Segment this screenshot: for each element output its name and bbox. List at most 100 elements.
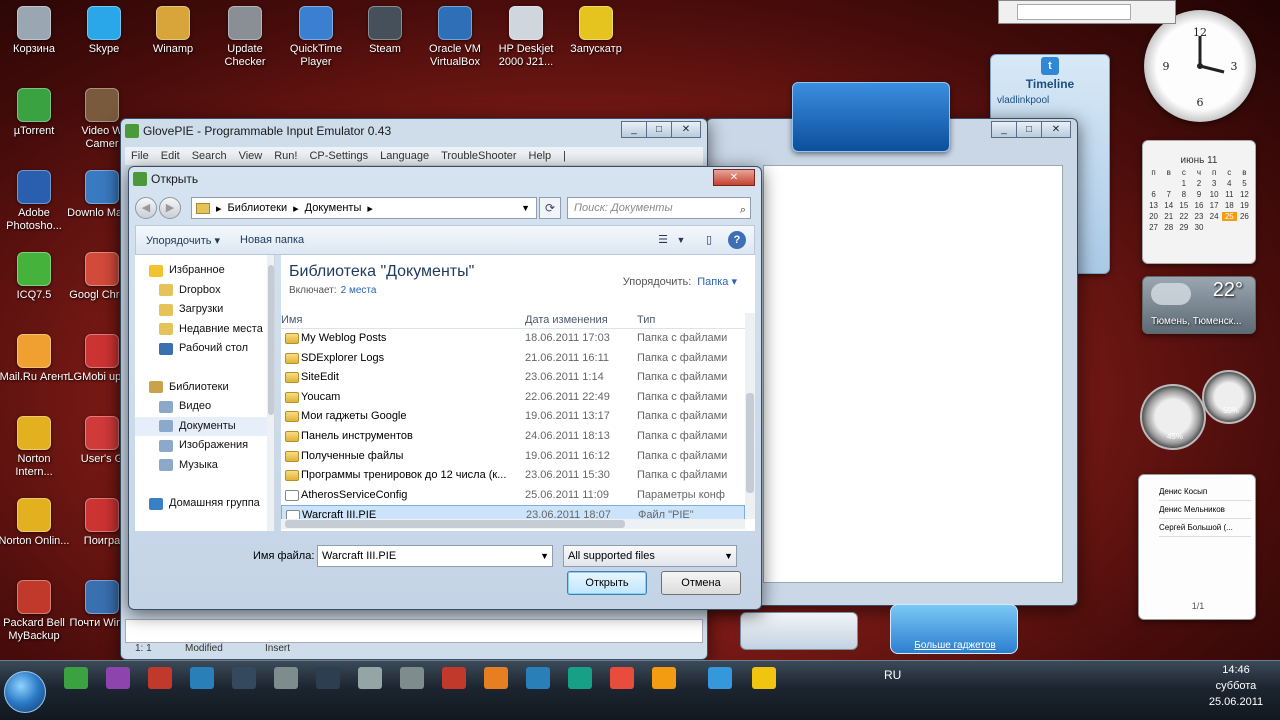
search-input[interactable]: Поиск: Документы ⌕ xyxy=(567,197,751,219)
nav-library-item[interactable]: Изображения xyxy=(135,436,274,456)
start-button[interactable] xyxy=(4,671,46,713)
file-list-vscrollbar[interactable] xyxy=(745,313,755,519)
twitter-user[interactable]: vladlinkpool xyxy=(991,91,1109,110)
taskbar-app-icon[interactable] xyxy=(484,667,508,689)
calendar-date[interactable] xyxy=(1207,223,1222,232)
more-gadgets-panel[interactable]: Больше гаджетов xyxy=(890,604,1018,654)
column-header-name[interactable]: Имя xyxy=(281,314,302,326)
preview-pane-icon[interactable]: ▯ xyxy=(700,231,718,249)
taskbar-app-icon[interactable] xyxy=(190,667,214,689)
calendar-date[interactable]: 6 xyxy=(1146,190,1161,199)
calendar-date[interactable]: 1 xyxy=(1176,179,1191,188)
file-row[interactable]: SiteEdit 23.06.2011 1:14 Папка с файлами xyxy=(281,368,745,388)
view-dropdown-icon[interactable]: ▼ xyxy=(672,231,690,249)
taskbar-app-icon[interactable] xyxy=(400,667,424,689)
contacts-gadget[interactable]: Денис Косып Денис Мельников Сергей Большой… xyxy=(1138,474,1256,620)
file-row[interactable]: AtherosServiceConfig 25.06.2011 11:09 Пара… xyxy=(281,486,745,506)
cancel-button[interactable]: Отмена xyxy=(661,571,741,595)
contact-item[interactable]: Денис Мельников xyxy=(1159,501,1251,519)
minimize-button[interactable]: _ xyxy=(621,121,647,138)
desktop-icon[interactable]: Oracle VM VirtualBox xyxy=(419,6,491,69)
column-header-type[interactable]: Тип xyxy=(637,314,655,326)
desktop-icon[interactable]: QuickTime Player xyxy=(280,6,352,69)
calendar-date[interactable]: 11 xyxy=(1222,190,1237,199)
close-button[interactable]: ✕ xyxy=(1041,121,1071,138)
nav-favorite-item[interactable]: Dropbox xyxy=(135,281,274,301)
maximize-button[interactable]: □ xyxy=(646,121,672,138)
calendar-date[interactable]: 15 xyxy=(1176,201,1191,210)
taskbar-app-icon[interactable] xyxy=(610,667,634,689)
calendar-date[interactable]: 13 xyxy=(1146,201,1161,210)
forward-button[interactable]: ▶ xyxy=(159,197,181,219)
language-indicator[interactable]: RU xyxy=(884,668,901,682)
menu-item[interactable]: Language xyxy=(380,150,429,162)
file-row[interactable]: Warcraft III.PIE 23.06.2011 18:07 Файл "PI… xyxy=(281,505,745,519)
menu-item[interactable]: File xyxy=(131,150,149,162)
maximize-button[interactable]: □ xyxy=(1016,121,1042,138)
file-list-hscrollbar[interactable] xyxy=(281,519,745,529)
calendar-date[interactable]: 5 xyxy=(1237,179,1252,188)
search-widget-input[interactable] xyxy=(1017,4,1131,20)
taskbar-clock[interactable]: 14:46 суббота 25.06.2011 xyxy=(1196,662,1276,710)
nav-scrollbar[interactable] xyxy=(267,255,274,531)
system-meter-gadget[interactable]: 45% 50% xyxy=(1140,370,1256,452)
desktop-icon[interactable]: Update Checker xyxy=(209,6,281,69)
menu-item[interactable]: Edit xyxy=(161,150,180,162)
calendar-date[interactable]: 14 xyxy=(1161,201,1176,210)
taskbar-app-icon[interactable] xyxy=(148,667,172,689)
desktop-icon[interactable]: Norton Intern... xyxy=(0,416,70,479)
taskbar-app-icon[interactable] xyxy=(232,667,256,689)
calendar-date[interactable]: 2 xyxy=(1191,179,1206,188)
calendar-date[interactable] xyxy=(1161,179,1176,188)
file-row[interactable]: Полученные файлы 19.06.2011 16:12 Папка с … xyxy=(281,447,745,467)
gadget-toolbar[interactable] xyxy=(740,612,858,650)
column-header-date[interactable]: Дата изменения xyxy=(525,314,608,326)
desktop-icon[interactable]: Winamp xyxy=(137,6,209,56)
nav-library-item[interactable]: Музыка xyxy=(135,456,274,476)
new-folder-button[interactable]: Новая папка xyxy=(230,234,314,246)
desktop-icon[interactable]: HP Deskjet 2000 J21... xyxy=(490,6,562,69)
organize-button[interactable]: Упорядочить ▾ xyxy=(136,234,230,247)
nav-favorite-item[interactable]: Недавние места xyxy=(135,320,274,340)
calendar-date[interactable]: 17 xyxy=(1207,201,1222,210)
close-button[interactable]: ✕ xyxy=(713,169,755,186)
calendar-date[interactable]: 12 xyxy=(1237,190,1252,199)
menu-item[interactable]: Help xyxy=(529,150,552,162)
desktop-icon[interactable]: µTorrent xyxy=(0,88,70,138)
calendar-date[interactable]: 8 xyxy=(1176,190,1191,199)
nav-favorites[interactable]: Избранное xyxy=(135,261,274,281)
nav-homegroup[interactable]: Домашняя группа xyxy=(135,494,274,514)
calendar-date[interactable]: 27 xyxy=(1146,223,1161,232)
calendar-date[interactable]: 24 xyxy=(1207,212,1222,221)
menu-item[interactable]: Search xyxy=(192,150,227,162)
clock-gadget[interactable]: 12 3 6 9 xyxy=(1144,10,1256,122)
address-dropdown-icon[interactable]: ▼ xyxy=(521,203,530,213)
breadcrumb-libraries[interactable]: Библиотеки xyxy=(228,202,288,214)
calendar-date[interactable]: 9 xyxy=(1191,190,1206,199)
desktop-icon[interactable]: Skype xyxy=(68,6,140,56)
nav-favorite-item[interactable]: Рабочий стол xyxy=(135,339,274,359)
address-bar[interactable]: ▸ Библиотеки ▸ Документы ▸ ▼ xyxy=(191,197,537,219)
help-icon[interactable]: ? xyxy=(728,231,746,249)
calendar-date[interactable]: 4 xyxy=(1222,179,1237,188)
filetype-dropdown-icon[interactable]: ▼ xyxy=(724,546,733,566)
calendar-date[interactable]: 23 xyxy=(1191,212,1206,221)
open-file-dialog[interactable]: Открыть ✕ ◀ ▶ ▸ Библиотеки ▸ Документы ▸… xyxy=(128,166,762,610)
desktop-icon[interactable]: Корзина xyxy=(0,6,70,56)
calendar-date[interactable]: 21 xyxy=(1161,212,1176,221)
calendar-date[interactable]: 18 xyxy=(1222,201,1237,210)
contact-item[interactable]: Сергей Большой (... xyxy=(1159,519,1251,537)
nav-library-item[interactable]: Документы xyxy=(135,416,274,436)
file-row[interactable]: Панель инструментов 24.06.2011 18:13 Папка… xyxy=(281,427,745,447)
calendar-date[interactable]: 20 xyxy=(1146,212,1161,221)
contact-item[interactable]: Денис Косып xyxy=(1159,483,1251,501)
calendar-date[interactable] xyxy=(1146,179,1161,188)
filetype-select[interactable]: All supported files ▼ xyxy=(563,545,737,567)
desktop-icon[interactable]: Norton Onlin... xyxy=(0,498,70,548)
more-gadgets-link[interactable]: Больше гаджетов xyxy=(891,640,1019,651)
open-dialog-titlebar[interactable]: Открыть ✕ xyxy=(129,167,761,191)
breadcrumb-documents[interactable]: Документы xyxy=(305,202,362,214)
menu-item[interactable]: Run! xyxy=(274,150,297,162)
calendar-gadget[interactable]: июнь 11 п в с ч п с в 1 2 3 4 5 6 7 8 9 10 11 12 13 14 15 16 17… xyxy=(1142,140,1256,264)
menu-item[interactable]: | xyxy=(563,150,566,162)
